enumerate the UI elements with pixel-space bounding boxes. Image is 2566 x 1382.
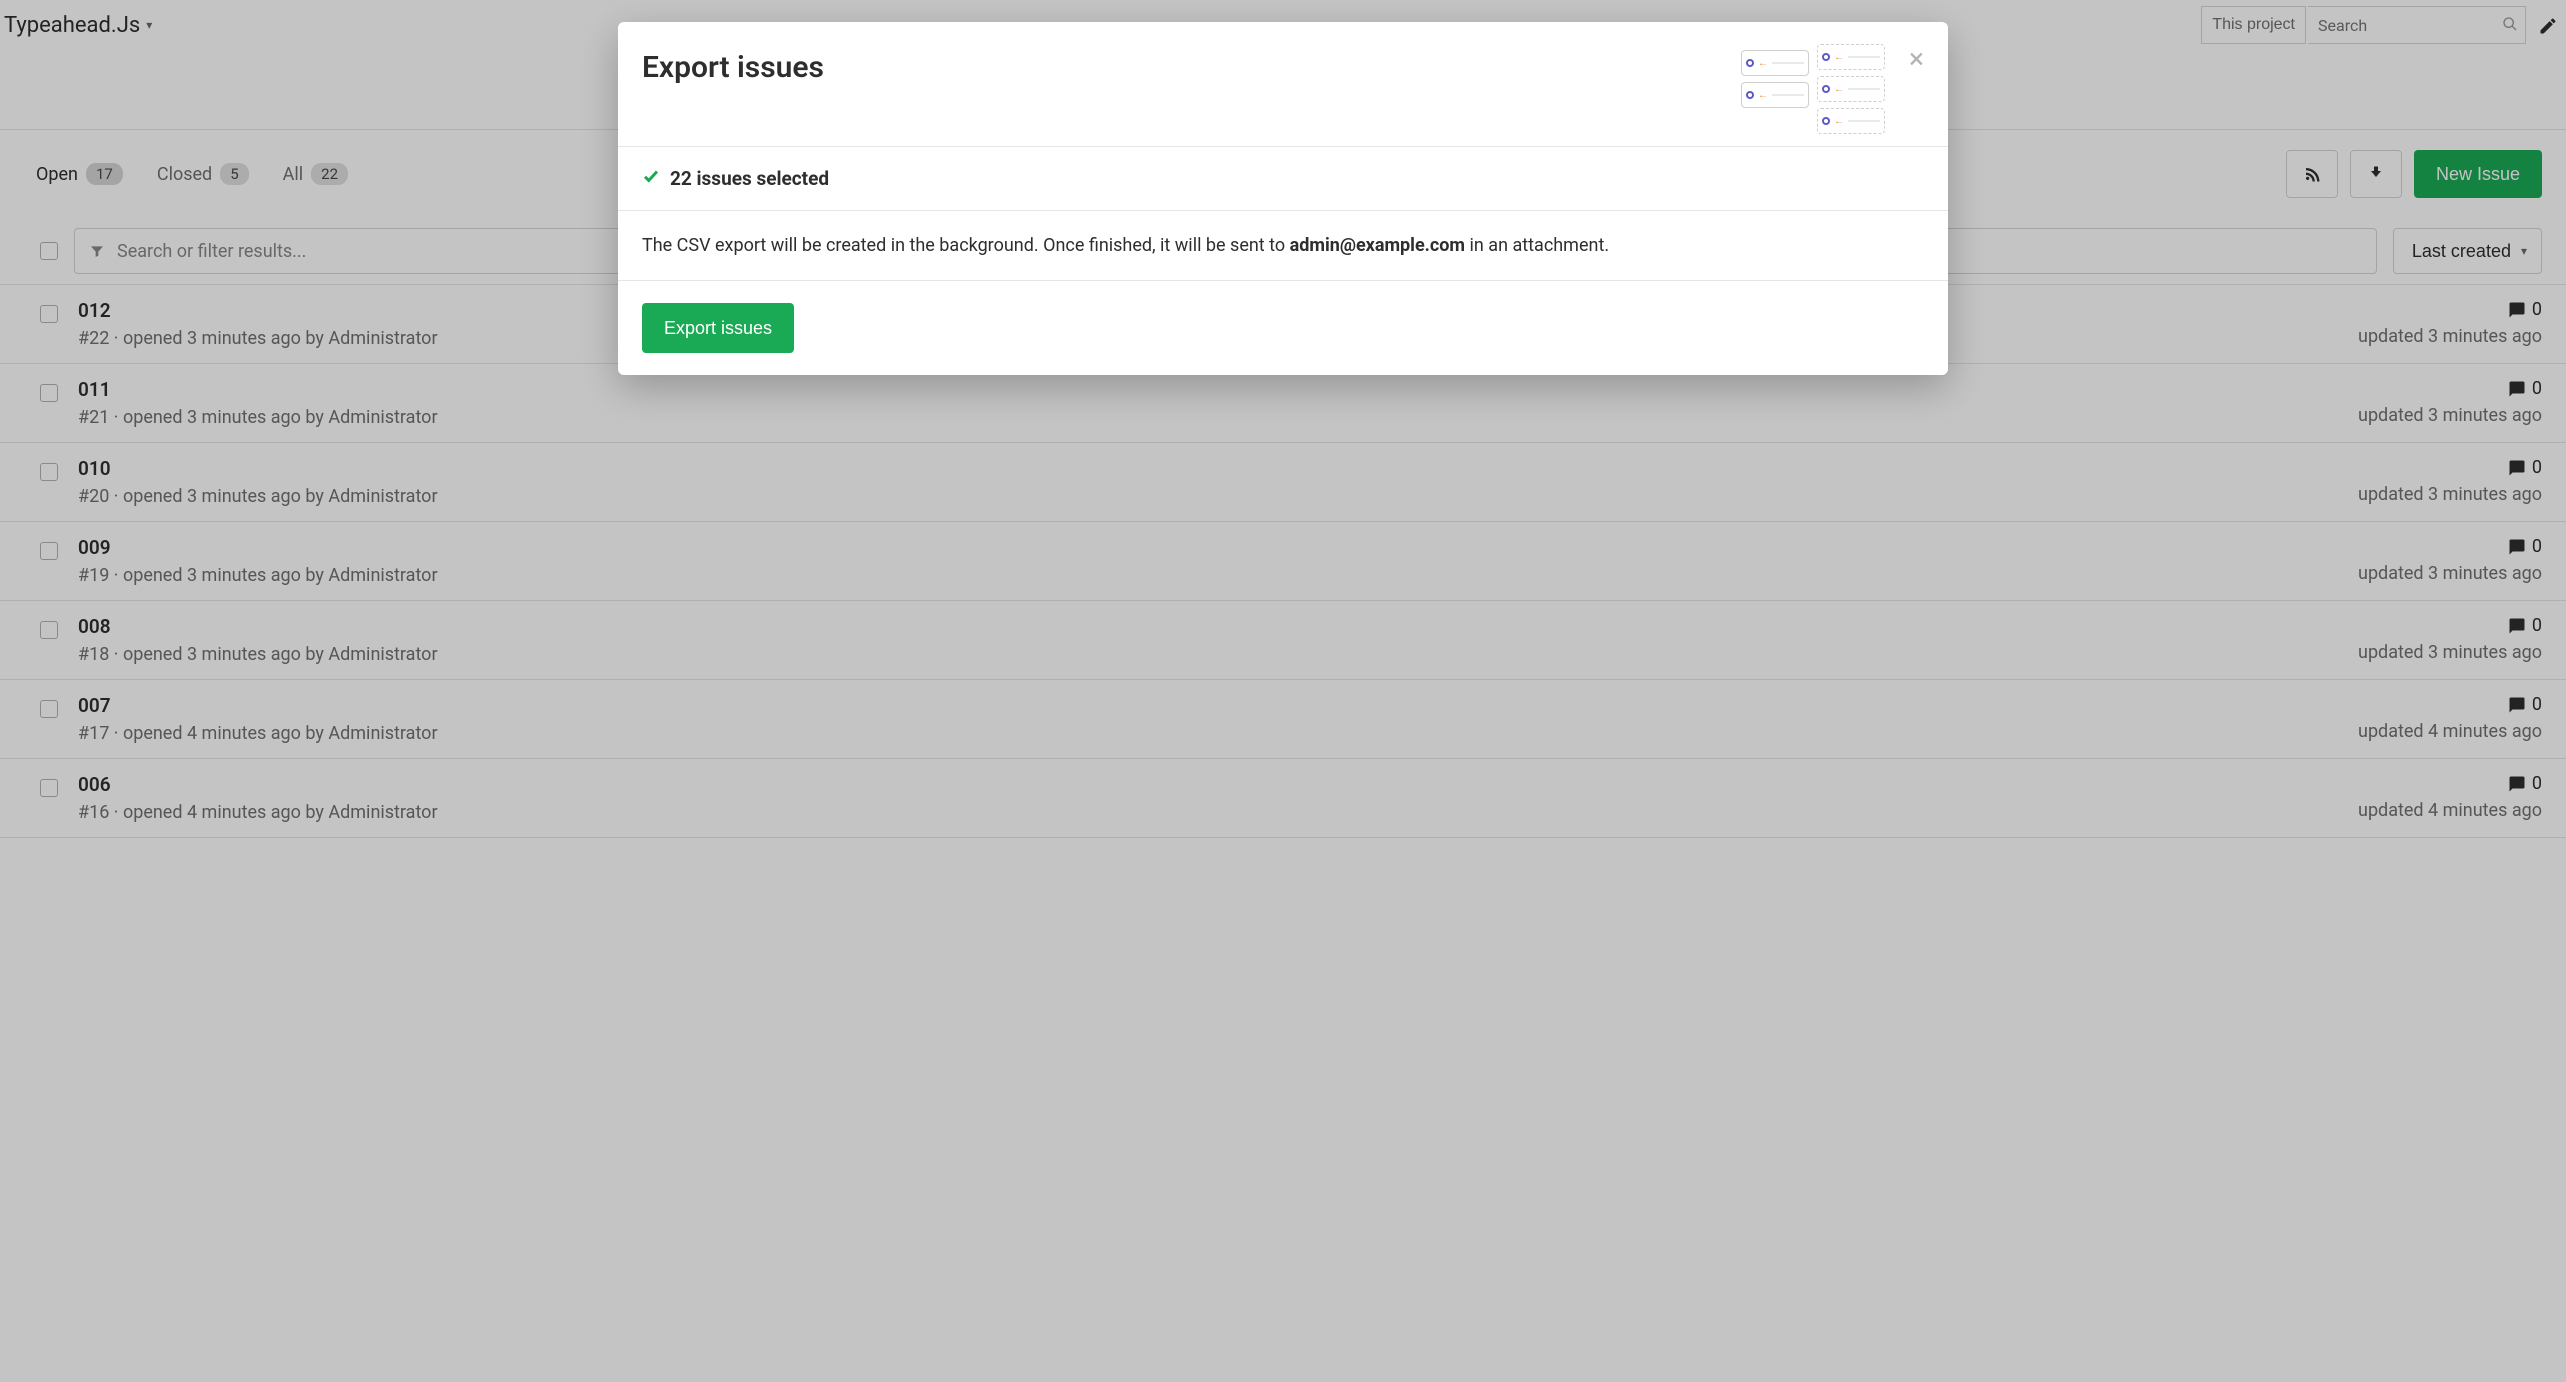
modal-description: The CSV export will be created in the ba… [618,211,1948,281]
export-issues-button[interactable]: Export issues [642,303,794,353]
desc-email: admin@example.com [1290,235,1465,256]
desc-pre: The CSV export will be created in the ba… [642,235,1290,256]
selected-text: 22 issues selected [670,167,829,190]
export-illustration: ← ← ← ← ← [1741,50,1891,120]
close-icon[interactable]: × [1909,50,1924,68]
modal-header: Export issues ← ← ← ← ← × [618,22,1948,147]
modal-title: Export issues [642,50,824,85]
export-modal: Export issues ← ← ← ← ← × 22 issues sele… [618,22,1948,375]
check-icon [642,167,660,190]
modal-selected-row: 22 issues selected [618,147,1948,211]
modal-footer: Export issues [618,281,1948,375]
desc-post: in an attachment. [1465,235,1609,256]
